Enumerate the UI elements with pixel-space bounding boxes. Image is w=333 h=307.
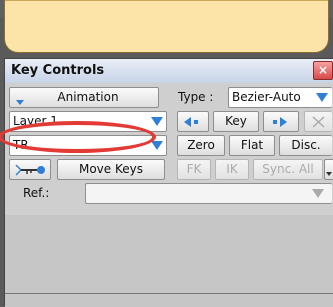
track-dropdown-icon[interactable] bbox=[151, 141, 163, 150]
layer-dropdown-icon[interactable] bbox=[151, 117, 163, 126]
key-controls-window: Key Controls × Animation Type : Bezier-A… bbox=[4, 58, 333, 307]
divider bbox=[5, 293, 333, 294]
next-key-icon bbox=[273, 117, 287, 127]
ik-button[interactable]: IK bbox=[215, 159, 249, 180]
window-title: Key Controls bbox=[11, 63, 105, 78]
prev-key-button[interactable] bbox=[177, 111, 209, 132]
ref-select[interactable] bbox=[85, 183, 332, 204]
track-value: TR bbox=[13, 138, 29, 152]
type-select[interactable]: Bezier-Auto bbox=[228, 87, 332, 108]
animation-button[interactable]: Animation bbox=[9, 87, 159, 108]
sync-options-icon bbox=[326, 172, 332, 176]
x-icon bbox=[312, 116, 325, 128]
layer-value: Layer 1 bbox=[13, 114, 58, 128]
type-label: Type : bbox=[178, 90, 214, 104]
ref-dropdown-icon[interactable] bbox=[312, 189, 324, 198]
move-keys-button[interactable]: Move Keys bbox=[57, 159, 165, 180]
sync-options-button[interactable] bbox=[324, 159, 333, 180]
animation-label: Animation bbox=[57, 90, 119, 104]
key-button[interactable]: Key bbox=[213, 111, 259, 132]
next-key-button[interactable] bbox=[263, 111, 299, 132]
zero-button[interactable]: Zero bbox=[177, 135, 225, 156]
layer-select[interactable]: Layer 1 bbox=[9, 111, 167, 132]
delete-key-button[interactable] bbox=[304, 111, 332, 132]
close-button[interactable]: × bbox=[313, 61, 333, 80]
controls-area: Animation Type : Bezier-Auto Layer 1 Key bbox=[5, 83, 333, 215]
prev-key-icon bbox=[184, 117, 198, 127]
sync-all-button[interactable]: Sync. All bbox=[253, 159, 323, 180]
key-icon bbox=[15, 164, 45, 176]
ref-label: Ref.: bbox=[23, 186, 50, 200]
disc-button[interactable]: Disc. bbox=[279, 135, 332, 156]
key-tool-button[interactable] bbox=[9, 159, 51, 180]
fk-button[interactable]: FK bbox=[177, 159, 211, 180]
title-bar[interactable]: Key Controls × bbox=[5, 59, 333, 84]
flat-button[interactable]: Flat bbox=[229, 135, 275, 156]
tooltip-callout bbox=[4, 0, 329, 53]
type-value: Bezier-Auto bbox=[232, 90, 301, 104]
dropdown-small-icon bbox=[16, 100, 24, 105]
track-select[interactable]: TR bbox=[9, 135, 167, 156]
type-dropdown-icon[interactable] bbox=[316, 93, 328, 102]
